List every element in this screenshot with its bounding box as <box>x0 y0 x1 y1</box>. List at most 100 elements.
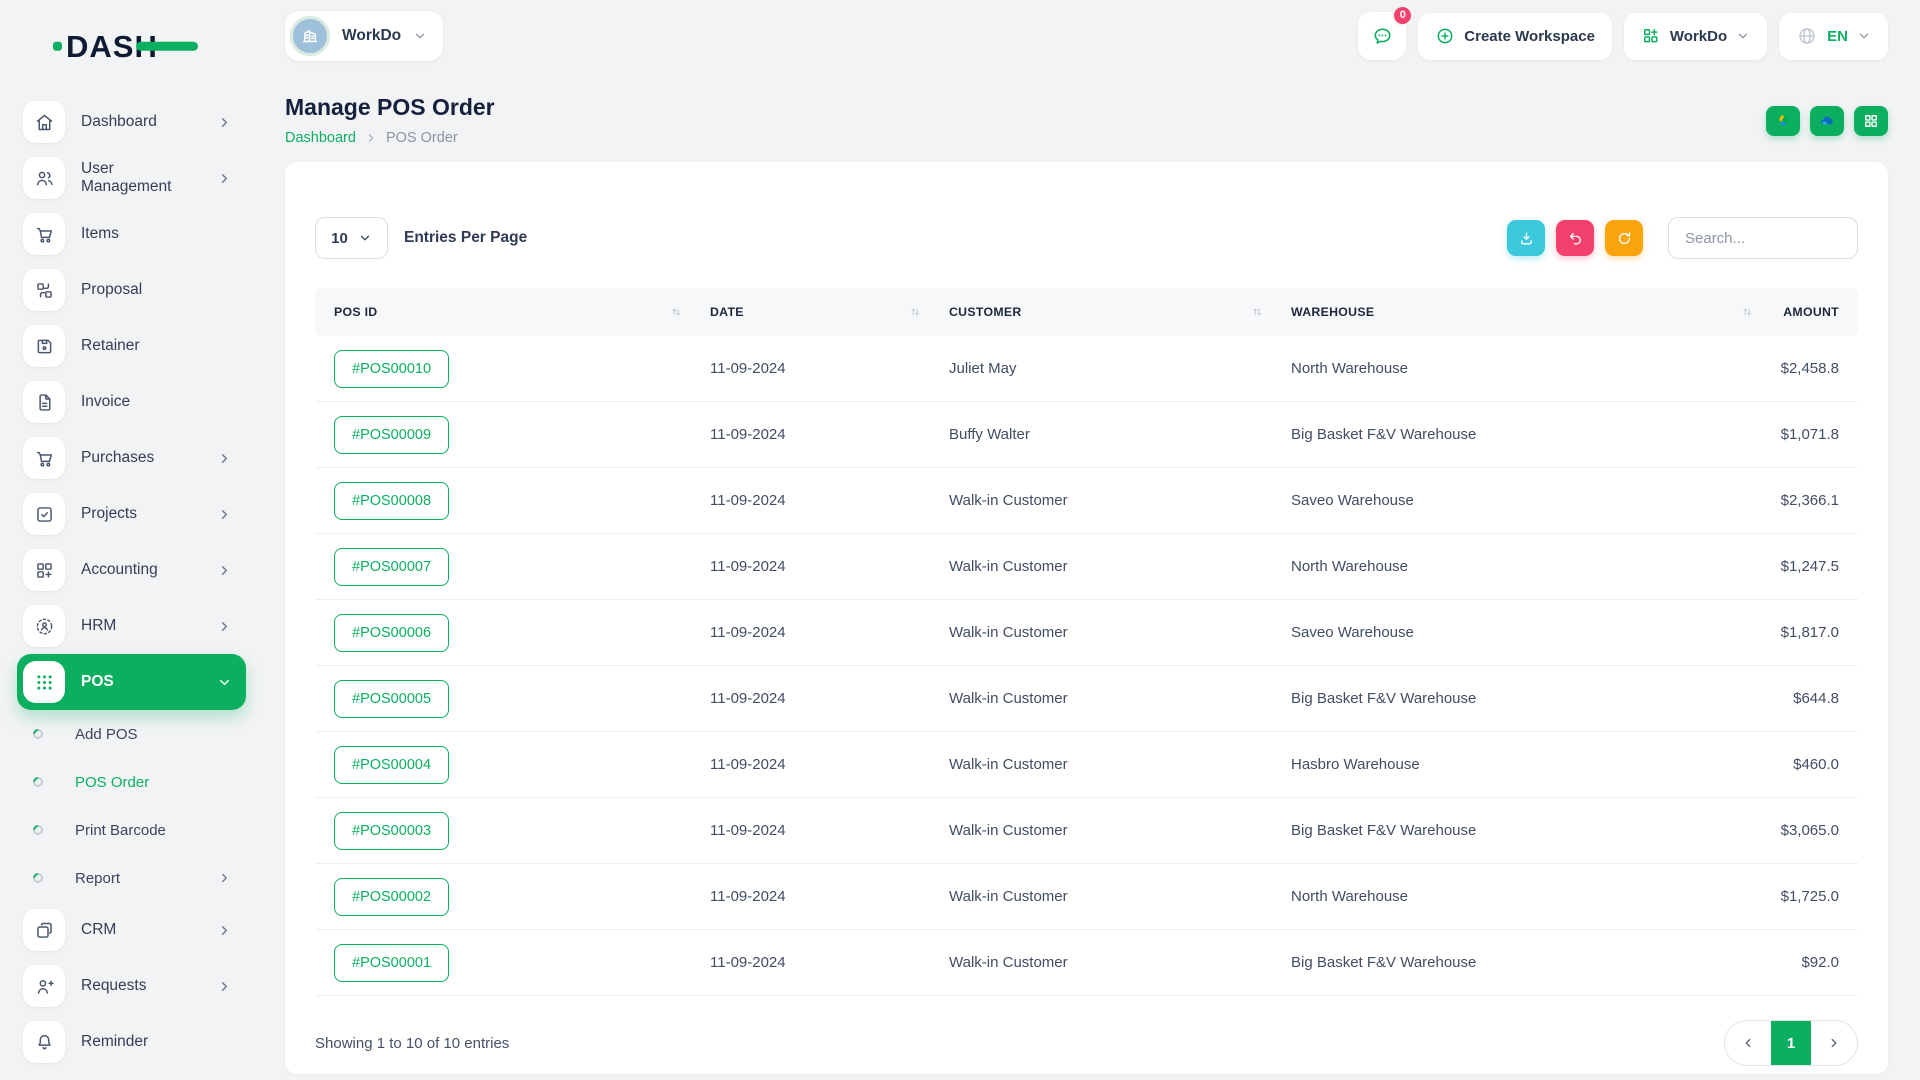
pos-id-link[interactable]: #POS00005 <box>334 680 449 718</box>
column-header-date[interactable]: DATE <box>691 288 930 336</box>
breadcrumb-dashboard-link[interactable]: Dashboard <box>285 130 356 146</box>
pos-id-link[interactable]: #POS00007 <box>334 548 449 586</box>
sidebar-item-hrm[interactable]: HRM <box>17 598 246 654</box>
chevron-down-icon <box>1857 29 1871 43</box>
pos-id-link[interactable]: #POS00009 <box>334 416 449 454</box>
sidebar-item-invoice[interactable]: Invoice <box>17 374 246 430</box>
chevron-down-icon <box>413 29 427 43</box>
pos-id-link[interactable]: #POS00010 <box>334 350 449 388</box>
undo-icon <box>1567 230 1584 247</box>
app-switcher-button[interactable]: WorkDo <box>1624 13 1767 60</box>
workspace-selector[interactable]: WorkDo <box>285 11 443 61</box>
sidebar-item-user-management[interactable]: User Management <box>17 150 246 206</box>
cell-warehouse: Big Basket F&V Warehouse <box>1272 690 1762 707</box>
cell-warehouse: Big Basket F&V Warehouse <box>1272 822 1762 839</box>
pos-id-link[interactable]: #POS00001 <box>334 944 449 982</box>
undo-button[interactable] <box>1556 220 1594 256</box>
table-row: #POS00003 11-09-2024 Walk-in Customer Bi… <box>315 798 1858 864</box>
chevron-right-icon <box>1827 1036 1841 1050</box>
icon-chip <box>23 157 65 199</box>
language-selector[interactable]: EN <box>1779 13 1888 60</box>
icon-chip <box>23 437 65 479</box>
messages-badge: 0 <box>1392 5 1413 26</box>
main-area: WorkDo 0 Create Workspace WorkDo <box>256 0 1920 1080</box>
topbar-actions: 0 Create Workspace WorkDo EN <box>1358 12 1888 60</box>
icon-chip <box>23 381 65 423</box>
icon-chip <box>23 605 65 647</box>
refresh-button[interactable] <box>1605 220 1643 256</box>
pagination: 1 <box>1724 1020 1858 1066</box>
column-header-customer[interactable]: CUSTOMER <box>930 288 1272 336</box>
grid-view-button[interactable] <box>1854 106 1888 136</box>
sidebar-subitem-pos-order[interactable]: POS Order <box>17 758 246 806</box>
google-drive-button[interactable] <box>1766 106 1800 136</box>
sidebar-item-projects[interactable]: Projects <box>17 486 246 542</box>
cell-customer: Walk-in Customer <box>930 822 1272 839</box>
table-header-row: POS ID DATE CUSTOMER WAREHOUSE AMOUNT <box>315 288 1858 336</box>
sidebar-item-crm[interactable]: CRM <box>17 902 246 958</box>
sidebar-item-pos[interactable]: POS <box>17 654 246 710</box>
sidebar-item-proposal[interactable]: Proposal <box>17 262 246 318</box>
cell-customer: Buffy Walter <box>930 426 1272 443</box>
sidebar-item-retainer[interactable]: Retainer <box>17 318 246 374</box>
globe-icon <box>1796 25 1818 47</box>
bullet-icon <box>31 871 45 885</box>
cell-amount: $92.0 <box>1762 954 1858 971</box>
bullet-icon <box>31 775 45 789</box>
cell-amount: $2,458.8 <box>1762 360 1858 377</box>
sidebar-item-label: Accounting <box>81 561 158 579</box>
page-1-button[interactable]: 1 <box>1771 1021 1811 1065</box>
sidebar-item-label: User Management <box>81 160 201 196</box>
sidebar-subitem-report[interactable]: Report <box>17 854 246 902</box>
chevron-down-icon <box>358 231 372 245</box>
chevron-right-icon <box>217 979 232 994</box>
showing-entries-text: Showing 1 to 10 of 10 entries <box>315 1035 509 1052</box>
language-label: EN <box>1827 28 1848 45</box>
next-page-button[interactable] <box>1811 1021 1857 1065</box>
cell-date: 11-09-2024 <box>691 426 930 443</box>
cell-customer: Walk-in Customer <box>930 954 1272 971</box>
chevron-left-icon <box>1741 1036 1755 1050</box>
cell-amount: $1,071.8 <box>1762 426 1858 443</box>
pos-id-link[interactable]: #POS00004 <box>334 746 449 784</box>
sidebar-subitem-add-pos[interactable]: Add POS <box>17 710 246 758</box>
breadcrumb-current: POS Order <box>386 130 458 146</box>
sidebar-item-accounting[interactable]: Accounting <box>17 542 246 598</box>
sidebar-item-requests[interactable]: Requests <box>17 958 246 1014</box>
pos-id-link[interactable]: #POS00002 <box>334 878 449 916</box>
entries-per-page-select[interactable]: 10 <box>315 217 388 259</box>
export-button[interactable] <box>1507 220 1545 256</box>
brand-logo[interactable]: DASH <box>0 0 256 94</box>
refresh-icon <box>1616 230 1633 247</box>
sidebar-item-label: HRM <box>81 617 116 635</box>
chevron-right-icon <box>365 132 377 144</box>
sidebar-item-dashboard[interactable]: Dashboard <box>17 94 246 150</box>
messages-button[interactable]: 0 <box>1358 12 1406 60</box>
sidebar-subitem-print-barcode[interactable]: Print Barcode <box>17 806 246 854</box>
previous-page-button[interactable] <box>1725 1021 1771 1065</box>
column-header-label: AMOUNT <box>1783 305 1839 319</box>
scan-person-icon <box>34 616 55 637</box>
cell-date: 11-09-2024 <box>691 822 930 839</box>
cell-date: 11-09-2024 <box>691 360 930 377</box>
onedrive-button[interactable] <box>1810 106 1844 136</box>
sidebar-item-purchases[interactable]: Purchases <box>17 430 246 486</box>
column-header-pos-id[interactable]: POS ID <box>315 288 691 336</box>
pos-id-link[interactable]: #POS00003 <box>334 812 449 850</box>
pos-id-link[interactable]: #POS00006 <box>334 614 449 652</box>
icon-chip <box>23 909 65 951</box>
crm-icon <box>34 920 55 941</box>
column-header-warehouse[interactable]: WAREHOUSE <box>1272 288 1762 336</box>
cell-warehouse: North Warehouse <box>1272 558 1762 575</box>
entries-per-page-label: Entries Per Page <box>404 229 527 247</box>
sidebar-item-items[interactable]: Items <box>17 206 246 262</box>
chevron-down-icon <box>217 675 232 690</box>
cell-warehouse: Saveo Warehouse <box>1272 492 1762 509</box>
sidebar-item-reminder[interactable]: Reminder <box>17 1014 246 1070</box>
search-input[interactable] <box>1668 217 1858 259</box>
pos-id-link[interactable]: #POS00008 <box>334 482 449 520</box>
plus-circle-icon <box>1435 26 1455 46</box>
sidebar-subitem-label: Report <box>75 870 120 887</box>
table-row: #POS00009 11-09-2024 Buffy Walter Big Ba… <box>315 402 1858 468</box>
create-workspace-button[interactable]: Create Workspace <box>1418 13 1612 60</box>
